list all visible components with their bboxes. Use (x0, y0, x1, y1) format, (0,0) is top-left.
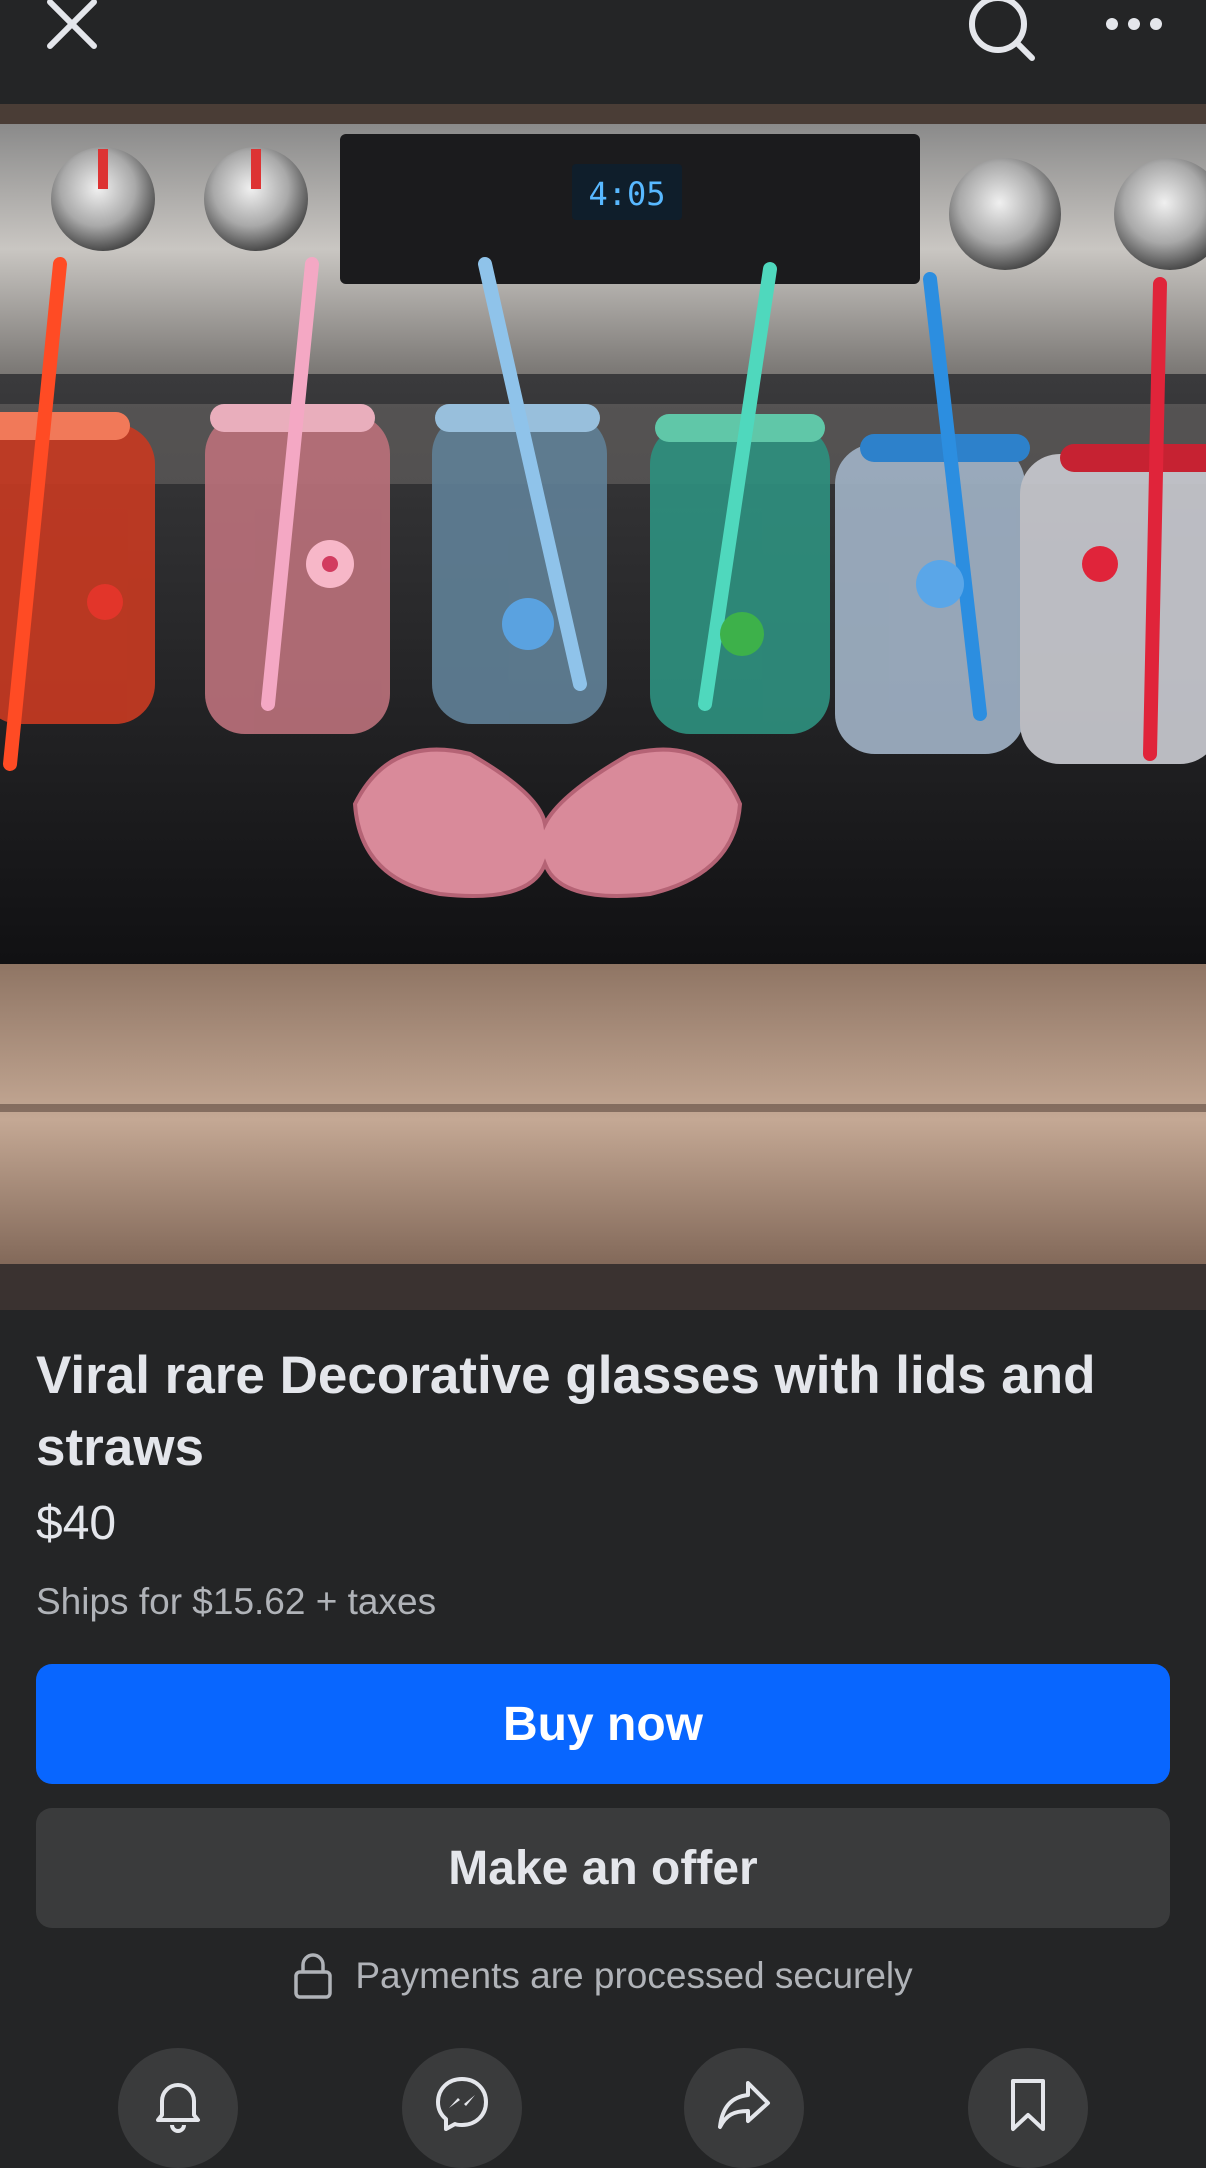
listing-title: Viral rare Decorative glasses with lids … (36, 1346, 1096, 1477)
messenger-icon (436, 2077, 488, 2131)
make-offer-button[interactable]: Make an offer (36, 1808, 1170, 1928)
close-button[interactable] (30, 0, 114, 56)
bell-icon (156, 2083, 200, 2133)
action-row (0, 2048, 1206, 2168)
search-icon (969, 0, 1035, 61)
more-options-button[interactable] (1092, 0, 1176, 56)
share-icon (718, 2081, 770, 2129)
secure-payment-note: Payments are processed securely (0, 1944, 1206, 2008)
bookmark-icon (1011, 2079, 1045, 2131)
secure-payment-text: Payments are processed securely (355, 1955, 913, 1996)
oven-clock-display: 4:05 (588, 175, 665, 213)
listing-price: $40 (36, 1497, 117, 1550)
notify-button[interactable] (118, 2048, 238, 2168)
top-bar (0, 0, 1206, 104)
save-button[interactable] (968, 2048, 1088, 2168)
product-photo[interactable]: 4:05 (0, 104, 1206, 1310)
lock-icon (294, 1953, 333, 1999)
more-horizontal-icon (1106, 18, 1162, 30)
search-button[interactable] (960, 0, 1044, 62)
message-seller-button[interactable] (402, 2048, 522, 2168)
close-icon (47, 0, 97, 49)
share-button[interactable] (684, 2048, 804, 2168)
shipping-info: Ships for $15.62 + taxes (36, 1581, 437, 1622)
buy-now-button[interactable]: Buy now (36, 1664, 1170, 1784)
product-photo-illustration: 4:05 (0, 104, 1206, 1310)
